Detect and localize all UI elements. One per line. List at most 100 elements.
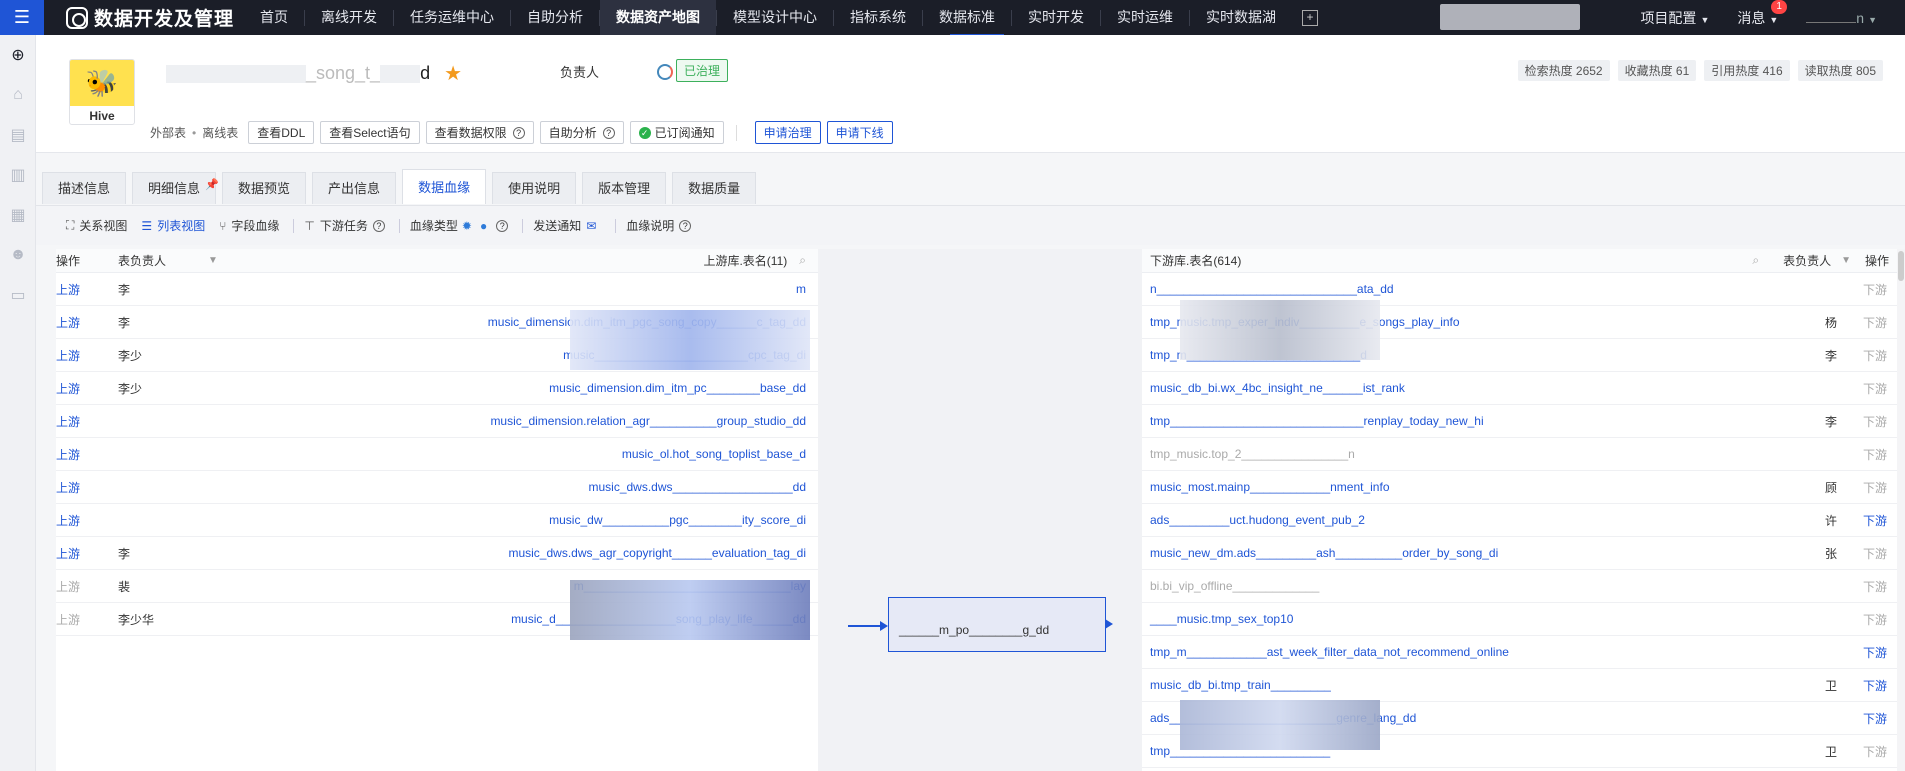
upstream-op-link[interactable]: 上游 [56,611,118,628]
view-select-button[interactable]: 查看Select语句 [320,121,420,144]
downstream-table-link[interactable]: music_new_dm.ads_________ash__________or… [1142,546,1785,560]
downstream-op-link[interactable]: 下游 [1845,677,1905,694]
upstream-table-link[interactable]: music_dws.dws__________________dd [218,480,818,494]
upstream-op-link[interactable]: 上游 [56,479,118,496]
view-permission-button[interactable]: 查看数据权限? [425,121,534,144]
filter-icon[interactable]: ▼ [208,255,218,266]
downstream-op-link[interactable]: 下游 [1845,710,1905,727]
user-icon[interactable]: ☻ [0,235,36,275]
bulb-icon[interactable]: ● [480,219,487,233]
downstream-table-link[interactable]: ads_________uct.hudong_event_pub_2 [1142,513,1785,527]
send-notice-button[interactable]: 发送通知 ✉ [533,217,601,234]
tab-item[interactable]: 使用说明 [492,172,577,204]
relation-view-button[interactable]: ⛶ 关系视图 [66,217,127,234]
downstream-table-link[interactable]: bi.bi_vip_offline_____________ [1142,579,1785,593]
self-analysis-button[interactable]: 自助分析? [539,121,624,144]
tab-item[interactable]: 版本管理 [582,172,667,204]
downstream-op-link[interactable]: 下游 [1845,611,1905,628]
upstream-op-link[interactable]: 上游 [56,380,118,397]
tab-item[interactable]: 数据血缘 [402,169,487,204]
downstream-op-link[interactable]: 下游 [1845,380,1905,397]
nav-item[interactable]: 离线开发 [305,0,393,35]
upstream-table-link[interactable]: m [218,282,818,296]
messages-menu[interactable]: 消息 1 ▼ [1737,0,1787,28]
downstream-table-link[interactable]: music_db_bi.tmp_train_________ [1142,678,1785,692]
downstream-op-link[interactable]: 下游 [1845,446,1905,463]
downstream-table-link[interactable]: tmp_____________________________renplay_… [1142,414,1785,428]
upstream-op-link[interactable]: 上游 [56,281,118,298]
project-config-menu[interactable]: 项目配置 ▼ [1640,8,1709,28]
downstream-op-link[interactable]: 下游 [1845,314,1905,331]
downstream-op-link[interactable]: 下游 [1845,281,1905,298]
lineage-type-control[interactable]: 血缘类型 ✹ ●? [410,217,509,234]
nav-item[interactable]: 实时运维 [1101,0,1189,35]
nav-item[interactable]: 模型设计中心 [717,0,833,35]
nav-item[interactable]: 数据标准 [923,0,1011,35]
nav-item[interactable]: 任务运维中心 [394,0,510,35]
upstream-op-link[interactable]: 上游 [56,314,118,331]
folder-icon[interactable]: ▭ [0,275,36,315]
search-icon[interactable]: ⌕ [799,253,806,268]
document-icon[interactable]: ▤ [0,115,36,155]
subscribed-button[interactable]: ✓ 已订阅通知 [629,121,724,144]
search-icon[interactable]: ⌕ [1752,253,1759,268]
scrollbar[interactable] [1897,249,1905,771]
tab-item[interactable]: 描述信息 [42,172,127,204]
downstream-table-link[interactable]: n______________________________ata_dd [1142,282,1785,296]
tab-item[interactable]: 数据预览 [222,172,307,204]
downstream-tasks-button[interactable]: ⊤ 下游任务? [304,217,385,234]
downstream-table-link[interactable]: tmp_m____________ast_week_filter_data_no… [1142,645,1785,659]
lineage-desc-button[interactable]: 血缘说明? [626,217,692,234]
downstream-table-link[interactable]: music_most.mainp____________nment_info [1142,480,1785,494]
brand-logo[interactable]: 数据开发及管理 [66,4,234,31]
favorite-star-icon[interactable]: ★ [444,61,462,86]
user-menu[interactable]: n ▼ [1806,10,1877,26]
center-table-node[interactable]: ______m_po________g_dd [888,597,1113,652]
asset-search-icon[interactable]: ⊕ [0,35,36,75]
upstream-op-link[interactable]: 上游 [56,347,118,364]
scrollbar-thumb[interactable] [1898,251,1904,281]
tab-item[interactable]: 明细信息 📌 [132,172,219,204]
upstream-op-link[interactable]: 上游 [56,512,118,529]
downstream-op-link[interactable]: 下游 [1845,479,1905,496]
filter-icon[interactable]: ▼ [1841,255,1851,266]
downstream-table-link[interactable]: tmp_music.top_2________________n [1142,447,1785,461]
downstream-op-link[interactable]: 下游 [1845,578,1905,595]
upstream-table-link[interactable]: music_dw__________pgc________ity_score_d… [218,513,818,527]
downstream-table-link[interactable]: music_db_bi.wx_4bc_insight_ne______ist_r… [1142,381,1785,395]
upstream-table-link[interactable]: music_dimension.dim_itm_pc________base_d… [218,381,818,395]
nav-item[interactable]: 自助分析 [511,0,599,35]
tab-item[interactable]: 产出信息 [312,172,397,204]
add-icon[interactable]: + [1302,9,1319,26]
downstream-op-link[interactable]: 下游 [1845,743,1905,760]
nav-item[interactable]: 实时数据湖 [1190,0,1292,35]
downstream-op-link[interactable]: 下游 [1845,545,1905,562]
downstream-op-link[interactable]: 下游 [1845,512,1905,529]
menu-icon[interactable]: ☰ [0,0,44,35]
downstream-table-link[interactable]: ____music.tmp_sex_top10 [1142,612,1785,626]
field-lineage-button[interactable]: ⑂ 字段血缘 [219,217,279,234]
downstream-op-link[interactable]: 下游 [1845,347,1905,364]
apply-governance-button[interactable]: 申请治理 [754,121,821,144]
home-icon[interactable]: ⌂ [0,75,36,115]
nav-item[interactable]: 指标系统 [834,0,922,35]
list-view-button[interactable]: ☰ 列表视图 [141,217,205,234]
downstream-op-link[interactable]: 下游 [1845,644,1905,661]
upstream-op-link[interactable]: 上游 [56,446,118,463]
bulb-on-icon[interactable]: ✹ [462,219,472,233]
tab-item[interactable]: 数据质量 [672,172,757,204]
grid-icon[interactable]: ▦ [0,195,36,235]
nav-item[interactable]: 首页 [244,0,304,35]
downstream-op-link[interactable]: 下游 [1845,413,1905,430]
upstream-table-link[interactable]: music_dimension.relation_agr__________gr… [218,414,818,428]
upstream-table-link[interactable]: music_dws.dws_agr_copyright______evaluat… [218,546,818,560]
building-icon[interactable]: ▥ [0,155,36,195]
upstream-op-link[interactable]: 上游 [56,545,118,562]
upstream-table-link[interactable]: music_ol.hot_song_toplist_base_d [218,447,818,461]
nav-item[interactable]: 实时开发 [1012,0,1100,35]
nav-item[interactable]: 数据资产地图 [600,0,717,35]
apply-offline-button[interactable]: 申请下线 [826,121,893,144]
upstream-op-link[interactable]: 上游 [56,578,118,595]
view-ddl-button[interactable]: 查看DDL [248,121,315,144]
upstream-op-link[interactable]: 上游 [56,413,118,430]
